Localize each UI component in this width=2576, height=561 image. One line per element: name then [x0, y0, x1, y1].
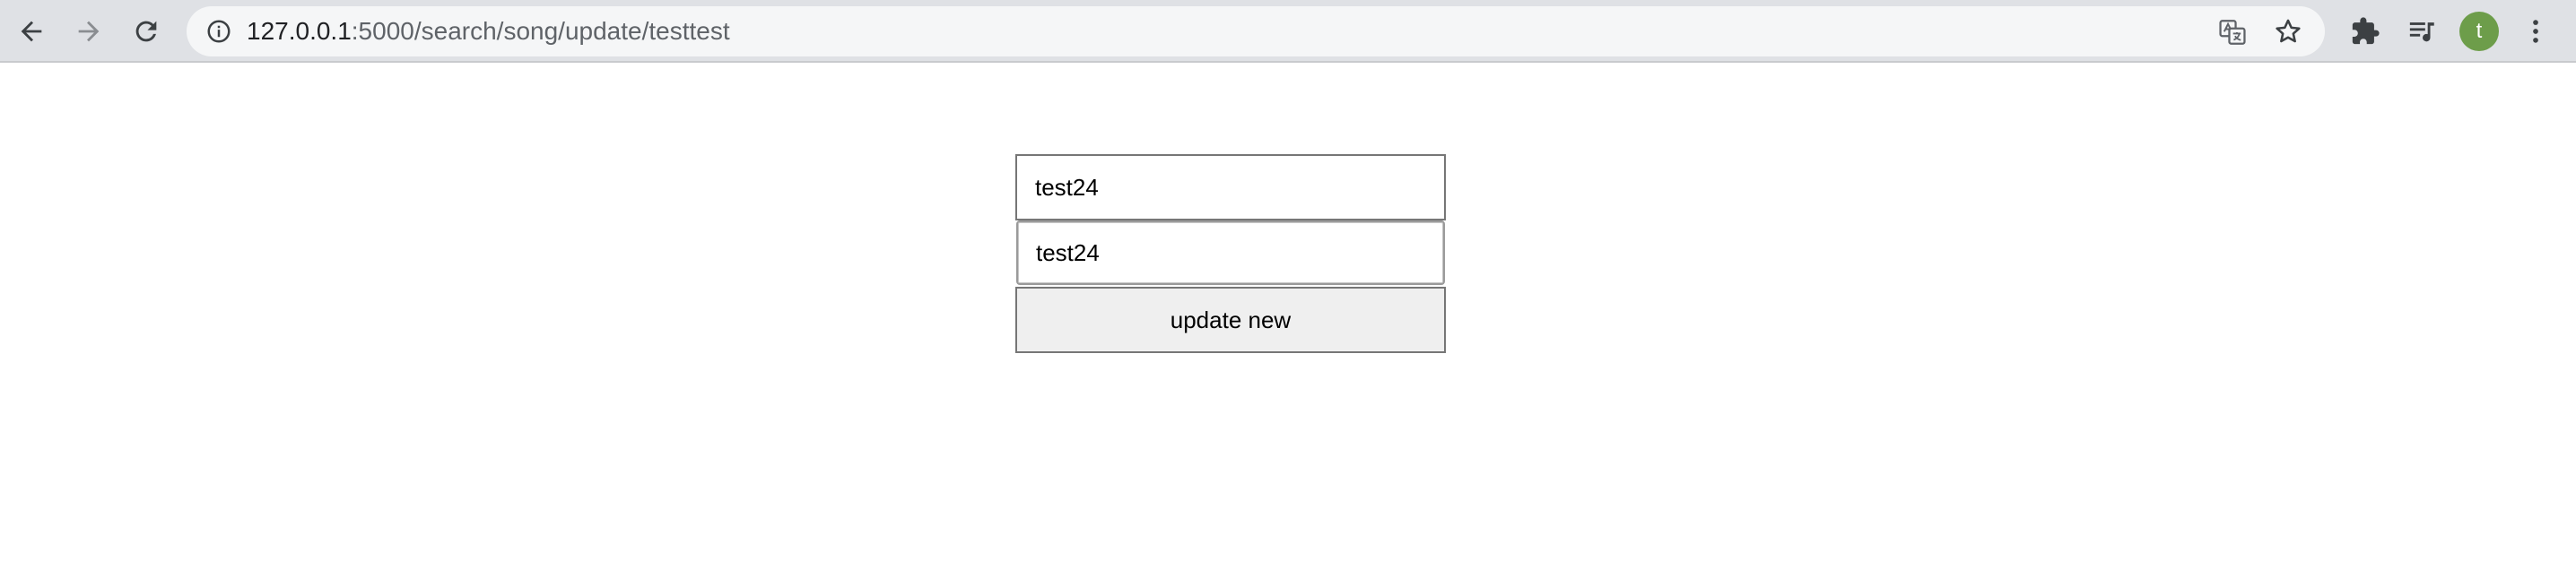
music-queue-icon: [2409, 22, 2434, 42]
bookmark-star-icon[interactable]: [2273, 16, 2303, 47]
vertical-dots-icon: [2533, 20, 2538, 43]
field-2-input[interactable]: [1016, 220, 1445, 285]
puzzle-piece-icon: [2352, 17, 2380, 45]
browser-menu-button[interactable]: [2513, 9, 2558, 54]
address-bar[interactable]: 127.0.0.1:5000/search/song/update/testte…: [187, 6, 2325, 56]
arrow-right-icon: [78, 21, 100, 42]
reload-button[interactable]: [124, 9, 169, 54]
url-path: :5000/search/song/update/testtest: [351, 17, 730, 45]
update-form: update new: [1015, 154, 1446, 353]
extensions-button[interactable]: [2343, 9, 2388, 54]
translate-icon[interactable]: [2217, 17, 2248, 47]
media-controls-button[interactable]: [2400, 9, 2445, 54]
url-text[interactable]: 127.0.0.1:5000/search/song/update/testte…: [247, 6, 730, 56]
browser-toolbar: 127.0.0.1:5000/search/song/update/testte…: [0, 0, 2576, 63]
profile-avatar[interactable]: t: [2459, 12, 2499, 51]
info-circle-icon[interactable]: [205, 17, 233, 46]
url-host: 127.0.0.1: [247, 17, 352, 45]
field-1-input[interactable]: [1015, 154, 1446, 220]
arrow-left-icon: [21, 21, 42, 42]
reload-icon: [135, 21, 157, 42]
update-new-button[interactable]: update new: [1015, 287, 1446, 353]
back-button[interactable]: [9, 9, 54, 54]
forward-button[interactable]: [66, 9, 111, 54]
